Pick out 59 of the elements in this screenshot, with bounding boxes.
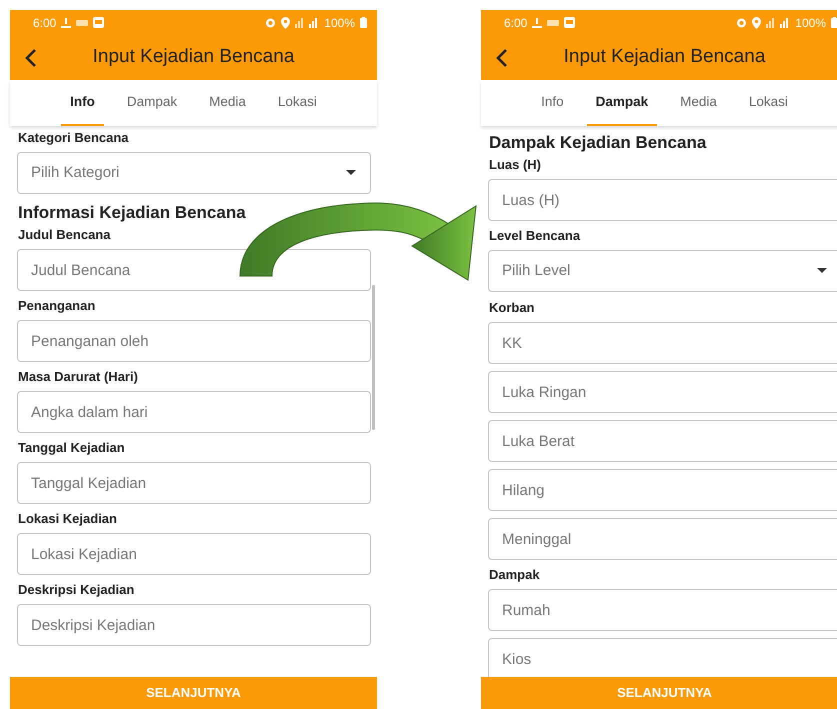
alarm-icon [265,17,276,28]
section-heading: Dampak Kejadian Bencana [489,132,708,154]
location-icon [752,16,762,28]
input-field[interactable]: Penanganan oleh [17,320,371,362]
notification-icon [547,18,560,28]
tab[interactable]: Media [671,80,726,126]
tab[interactable]: Lokasi [740,80,797,126]
tab[interactable]: Info [532,80,573,126]
input-field[interactable]: Rumah [488,589,837,631]
caret-icon [346,170,356,176]
field-label: Level Bencana [489,228,582,244]
caret-icon [817,268,827,274]
message-icon [93,17,104,28]
tab[interactable]: Dampak [586,80,658,126]
tab[interactable]: Lokasi [268,80,326,126]
battery-icon [360,17,367,28]
input-field[interactable]: KK [488,322,837,364]
battery-level: 100% [795,14,826,32]
status-time: 6:00 [504,14,528,32]
notification-icon [76,18,88,28]
input-field[interactable]: Luka Berat [488,420,837,462]
message-icon [564,17,576,28]
screen-title: Input Kejadian Bencana [92,45,294,70]
field-label: Deskripsi Kejadian [18,582,136,598]
dropdown[interactable]: Pilih Kategori [17,152,371,194]
tab[interactable]: Dampak [118,80,186,126]
input-field[interactable]: Lokasi Kejadian [17,533,371,575]
field-label: Kategori Bencana [18,130,130,146]
field-label: Tanggal Kejadian [18,440,126,456]
field-label: Penanganan [18,298,96,314]
field-label: Judul Bencana [18,227,112,243]
field-label: Lokasi Kejadian [18,511,118,527]
field-label: Luas (H) [489,157,542,173]
battery-icon [831,17,837,28]
input-field[interactable]: Luas (H) [488,179,837,221]
input-field[interactable]: Judul Bencana [17,249,371,291]
battery-level: 100% [324,14,355,32]
screen-title: Input Kejadian Bencana [564,45,766,70]
input-field[interactable]: Tanggal Kejadian [17,462,371,504]
alarm-icon [736,17,748,28]
field-label: Korban [489,300,536,316]
location-icon [281,16,290,28]
download-icon [532,16,542,28]
dropdown[interactable]: Pilih Level [488,250,837,292]
input-field[interactable]: Hilang [488,469,837,511]
input-field[interactable]: Angka dalam hari [17,391,371,433]
input-field[interactable]: Kios [488,638,837,677]
signal-icon [295,17,320,28]
tab[interactable]: Info [61,80,104,126]
field-label: Dampak [489,567,541,583]
input-field[interactable]: Luka Ringan [488,371,837,413]
tab[interactable]: Media [200,80,255,126]
field-label: Masa Darurat (Hari) [18,369,139,385]
download-icon [61,16,72,28]
status-time: 6:00 [33,14,56,32]
input-field[interactable]: Deskripsi Kejadian [17,604,371,646]
section-heading: Informasi Kejadian Bencana [18,202,247,224]
input-field[interactable]: Meninggal [488,518,837,560]
signal-icon [766,17,790,28]
